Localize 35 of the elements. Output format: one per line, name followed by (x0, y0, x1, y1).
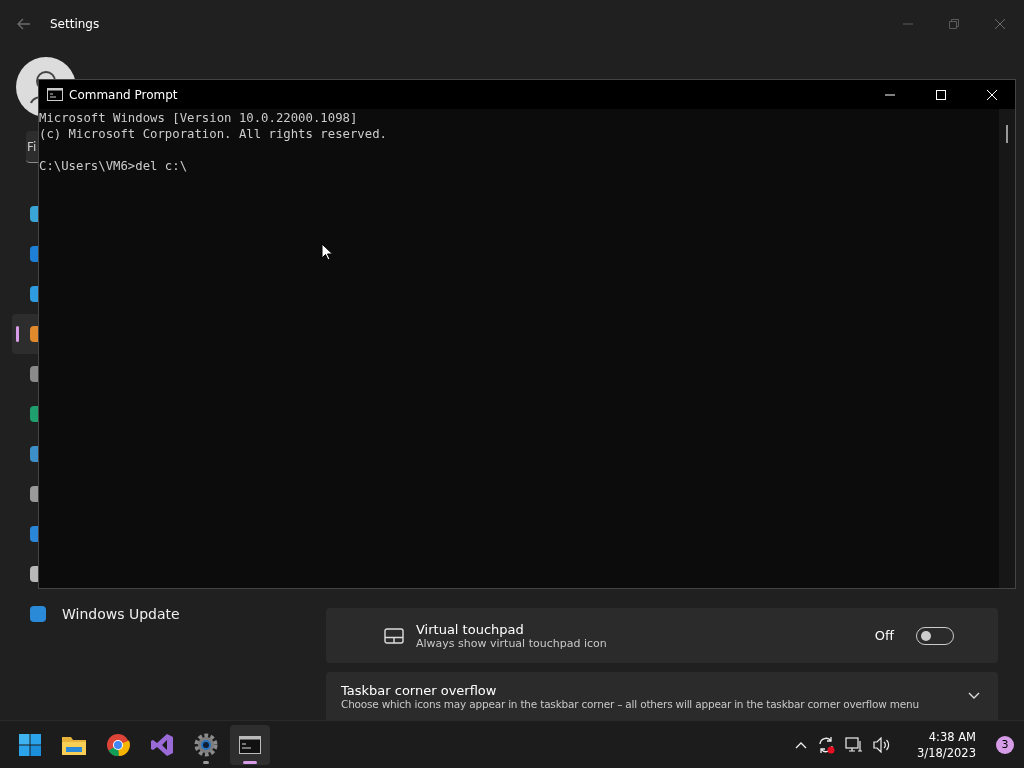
taskbar-app-button[interactable] (230, 724, 270, 765)
notification-count[interactable]: 3 (996, 735, 1014, 754)
volume-icon[interactable] (873, 736, 892, 753)
infinity-loop-icon (150, 732, 174, 757)
mouse-cursor-icon (321, 243, 333, 261)
console-app-icon (47, 88, 63, 101)
network-icon[interactable] (845, 736, 864, 753)
console-output-line: Microsoft Windows [Version 10.0.22000.1098] (39, 110, 359, 126)
sync-icon[interactable] (817, 735, 836, 754)
chevron-down-icon[interactable] (968, 692, 980, 700)
back-arrow-icon[interactable] (17, 18, 31, 30)
nav-item[interactable]: Windows Update (12, 594, 292, 634)
start-icon (19, 733, 41, 756)
chevron-up-icon[interactable] (795, 740, 808, 749)
console-command-line[interactable]: C:\Users\VM6>del c:\ (39, 158, 999, 174)
scrollbar[interactable] (999, 109, 1015, 588)
folder-icon (62, 734, 86, 755)
window-title: Command Prompt (69, 87, 178, 102)
browser-icon (106, 732, 130, 757)
setting-title: Virtual touchpad (416, 621, 525, 637)
console-output-line: (c) Microsoft Corporation. All rights reserved. (39, 126, 388, 142)
clock-button[interactable]: 4:38 AM 3/18/2023 (911, 728, 982, 761)
setting-title: Taskbar corner overflow (341, 682, 498, 698)
gear-icon (194, 732, 218, 757)
setting-description: Always show virtual touchpad icon (416, 636, 608, 650)
maximize-icon[interactable] (935, 88, 947, 101)
toggle-state-label: Off (874, 628, 894, 643)
restore-icon[interactable] (948, 18, 960, 30)
touchpad-icon (384, 627, 404, 644)
setting-description: Choose which icons may appear in the taskbar corner – all others will appear in the taskbar corner overflow menu (341, 697, 920, 710)
window-title: Settings (50, 17, 100, 31)
terminal-icon (239, 735, 261, 754)
setting-card[interactable]: Taskbar corner overflow Choose which icons may appear in the taskbar corner – all others will appear in the taskbar corner overflow menu (326, 672, 998, 720)
nav-item[interactable] (12, 314, 38, 354)
search-field[interactable]: Fi (26, 131, 38, 163)
